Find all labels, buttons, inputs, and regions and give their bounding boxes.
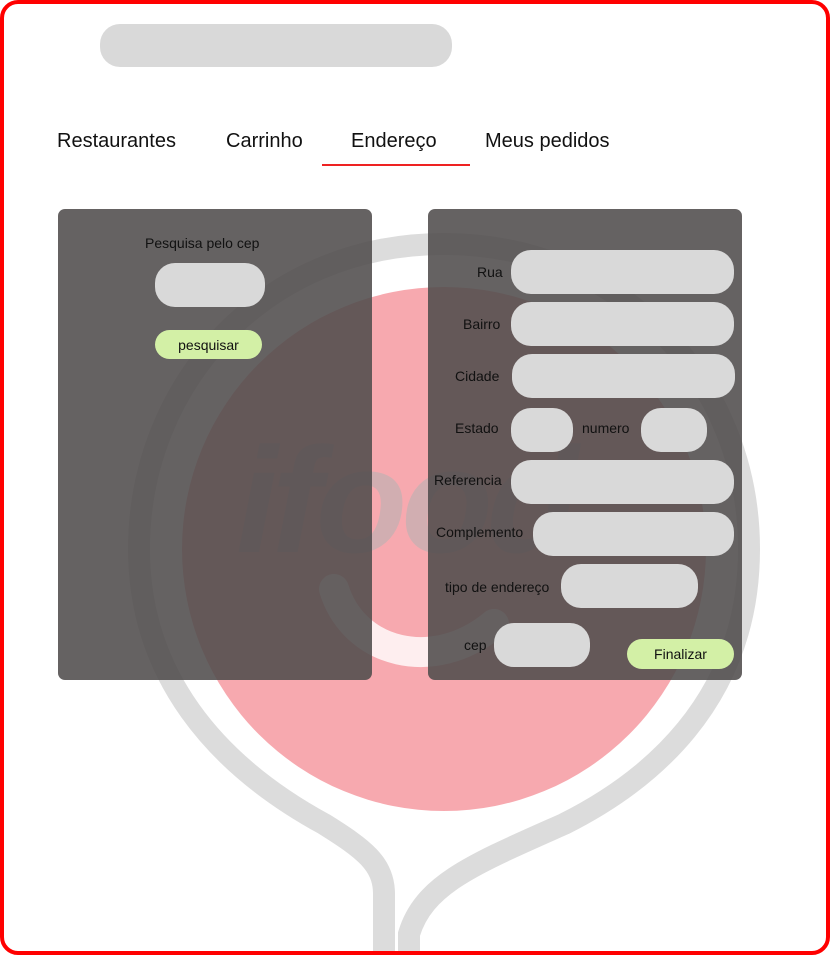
referencia-input[interactable] [511, 460, 734, 504]
cep-search-panel: Pesquisa pelo cep pesquisar [58, 209, 372, 680]
cep-input[interactable] [494, 623, 590, 667]
cidade-input[interactable] [512, 354, 735, 398]
rua-input[interactable] [511, 250, 734, 294]
numero-input[interactable] [641, 408, 707, 452]
cep-search-label: Pesquisa pelo cep [145, 235, 260, 251]
cidade-label: Cidade [455, 368, 500, 384]
cep-search-input[interactable] [155, 263, 265, 307]
finalizar-button[interactable]: Finalizar [627, 639, 734, 669]
bairro-label: Bairro [463, 316, 501, 332]
tab-meus-pedidos[interactable]: Meus pedidos [485, 130, 610, 153]
rua-label: Rua [477, 264, 503, 280]
tab-carrinho[interactable]: Carrinho [226, 130, 303, 153]
bairro-input[interactable] [511, 302, 734, 346]
complemento-input[interactable] [533, 512, 734, 556]
app-window: ifood Restaurantes Carrinho Endereço Meu… [0, 0, 830, 955]
active-tab-indicator [322, 164, 470, 166]
pesquisar-button[interactable]: pesquisar [155, 330, 262, 359]
complemento-label: Complemento [436, 524, 524, 540]
tipo-endereco-label: tipo de endereço [445, 579, 550, 595]
estado-label: Estado [455, 420, 499, 436]
address-form-panel: Rua Bairro Cidade Estado numero Referenc… [428, 209, 742, 680]
estado-input[interactable] [511, 408, 573, 452]
tipo-endereco-input[interactable] [561, 564, 698, 608]
tab-restaurantes[interactable]: Restaurantes [57, 130, 176, 153]
main-nav: Restaurantes Carrinho Endereço Meus pedi… [4, 122, 826, 170]
search-input[interactable] [100, 24, 452, 67]
referencia-label: Referencia [434, 472, 502, 488]
tab-endereco[interactable]: Endereço [351, 130, 437, 153]
cep-label: cep [464, 637, 487, 653]
numero-label: numero [582, 420, 630, 436]
